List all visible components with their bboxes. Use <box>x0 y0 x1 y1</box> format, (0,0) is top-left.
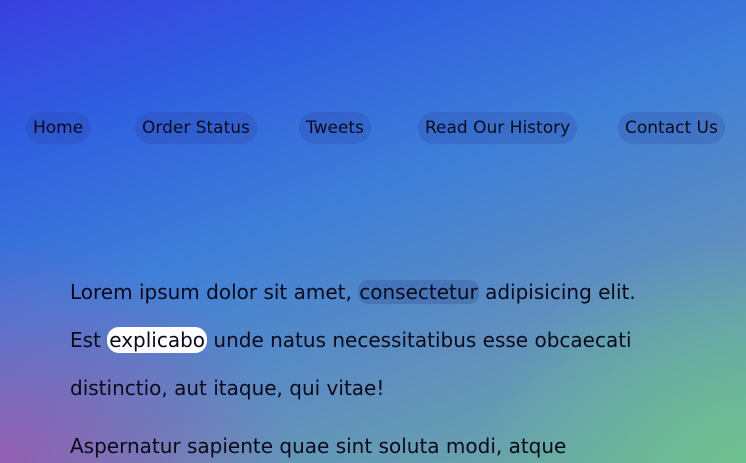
highlight-consectetur: consectetur <box>358 280 479 304</box>
paragraph-1-text-a: Lorem ipsum dolor sit amet, <box>70 280 359 304</box>
nav-link-order-status[interactable]: Order Status <box>135 112 257 144</box>
nav-link-tweets[interactable]: Tweets <box>299 112 371 144</box>
paragraph-2-text: Aspernatur sapiente quae sint soluta mod… <box>70 434 567 458</box>
nav-link-contact-us[interactable]: Contact Us <box>618 112 725 144</box>
paragraph-2: Aspernatur sapiente quae sint soluta mod… <box>70 422 710 463</box>
nav-link-read-our-history[interactable]: Read Our History <box>418 112 578 144</box>
paragraph-1-text-e: distinctio, aut itaque, qui vitae! <box>70 376 385 400</box>
paragraph-1: Lorem ipsum dolor sit amet, consectetur … <box>70 268 710 412</box>
page: Home Order Status Tweets Read Our Histor… <box>0 0 746 463</box>
paragraph-1-text-c: Est <box>70 328 108 352</box>
main-content: Lorem ipsum dolor sit amet, consectetur … <box>70 268 710 463</box>
nav-link-home[interactable]: Home <box>26 112 91 144</box>
paragraph-1-text-b: adipisicing elit. <box>478 280 636 304</box>
paragraph-1-text-d: unde natus necessitatibus esse obcaecati <box>207 328 632 352</box>
main-nav: Home Order Status Tweets Read Our Histor… <box>0 112 746 146</box>
highlight-explicabo: explicabo <box>107 327 208 353</box>
